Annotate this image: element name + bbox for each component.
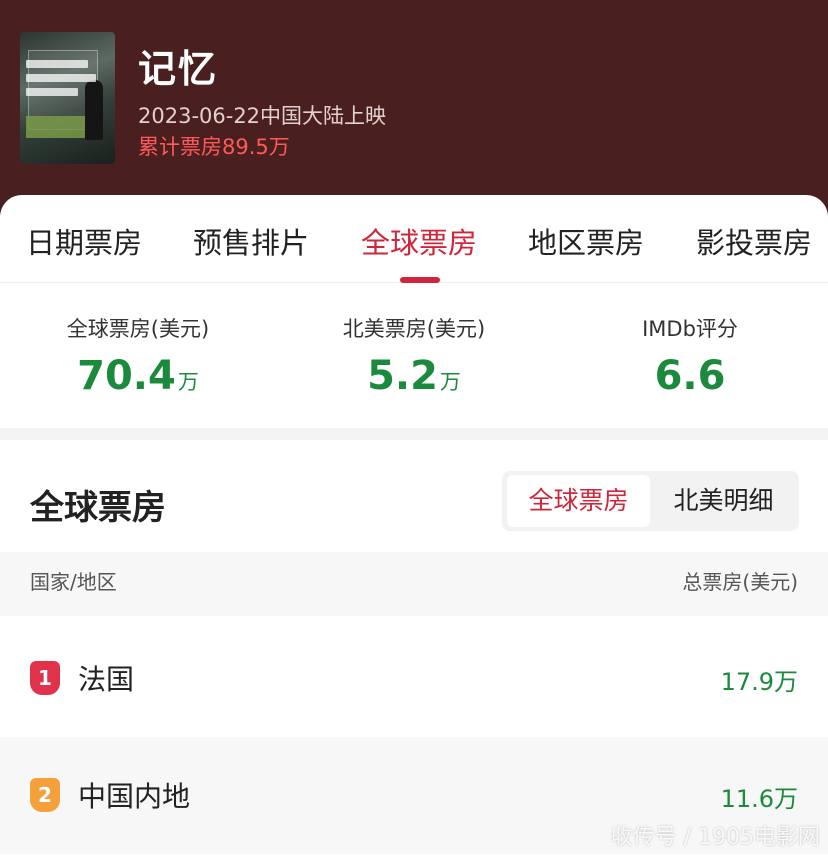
segment-global-button[interactable]: 全球票房 [507, 475, 650, 527]
stat-value-wrap: 5.2万 [276, 353, 552, 399]
table-header: 国家/地区 总票房(美元) [0, 552, 828, 616]
tab-presale-schedule[interactable]: 预售排片 [193, 220, 309, 262]
stat-unit: 万 [177, 370, 199, 394]
movie-header: 记忆 2023-06-22中国大陆上映 累计票房89.5万 [0, 0, 828, 215]
column-header-region: 国家/地区 [30, 570, 117, 594]
poster-text-line [26, 88, 78, 96]
poster-text-line [26, 74, 96, 82]
poster-figure-shape [85, 80, 103, 140]
stat-north-america: 北美票房(美元) 5.2万 [276, 313, 552, 399]
segment-control: 全球票房 北美明细 [502, 471, 799, 531]
stat-value-wrap: 70.4万 [0, 353, 276, 399]
movie-poster[interactable] [20, 32, 115, 164]
region-box-office: 11.6万 [720, 785, 798, 813]
stat-value-wrap: 6.6 [552, 353, 828, 399]
stat-value: 5.2 [367, 353, 438, 399]
region-name: 法国 [78, 663, 135, 696]
watermark: 收传号 / 1905电影网 [610, 825, 820, 850]
rank-badge: 2 [30, 778, 60, 812]
movie-title: 记忆 [138, 47, 219, 91]
section-divider [0, 428, 828, 440]
tab-global-box-office[interactable]: 全球票房 [361, 220, 477, 262]
stat-imdb: IMDb评分 6.6 [552, 313, 828, 399]
stat-unit: 万 [439, 370, 461, 394]
table-row[interactable]: 1 法国 17.9万 [0, 620, 828, 737]
stat-global: 全球票房(美元) 70.4万 [0, 313, 276, 399]
tab-bar: 日期票房 预售排片 全球票房 地区票房 影投票房 [0, 195, 828, 283]
tab-daily-box-office[interactable]: 日期票房 [26, 220, 142, 262]
stats-row: 全球票房(美元) 70.4万 北美票房(美元) 5.2万 IMDb评分 6.6 [0, 283, 828, 428]
stat-label: 北美票房(美元) [342, 317, 486, 341]
release-info: 2023-06-22中国大陆上映 [138, 104, 387, 128]
region-box-office: 17.9万 [720, 668, 798, 696]
stat-value: 6.6 [654, 353, 726, 399]
content-card: 日期票房 预售排片 全球票房 地区票房 影投票房 全球票房(美元) 70.4万 … [0, 195, 828, 855]
segment-north-america-button[interactable]: 北美明细 [652, 475, 795, 527]
column-header-total: 总票房(美元) [682, 570, 798, 594]
stat-value: 70.4 [77, 353, 176, 399]
cumulative-box-office: 累计票房89.5万 [138, 135, 290, 159]
stat-label: IMDb评分 [642, 317, 738, 341]
tab-regional-box-office[interactable]: 地区票房 [528, 220, 644, 262]
stat-label: 全球票房(美元) [66, 317, 210, 341]
tab-investor-box-office[interactable]: 影投票房 [696, 220, 812, 262]
rank-badge: 1 [30, 661, 60, 695]
region-name: 中国内地 [78, 780, 191, 813]
section-title: 全球票房 [30, 488, 166, 528]
poster-text-line [26, 60, 88, 68]
